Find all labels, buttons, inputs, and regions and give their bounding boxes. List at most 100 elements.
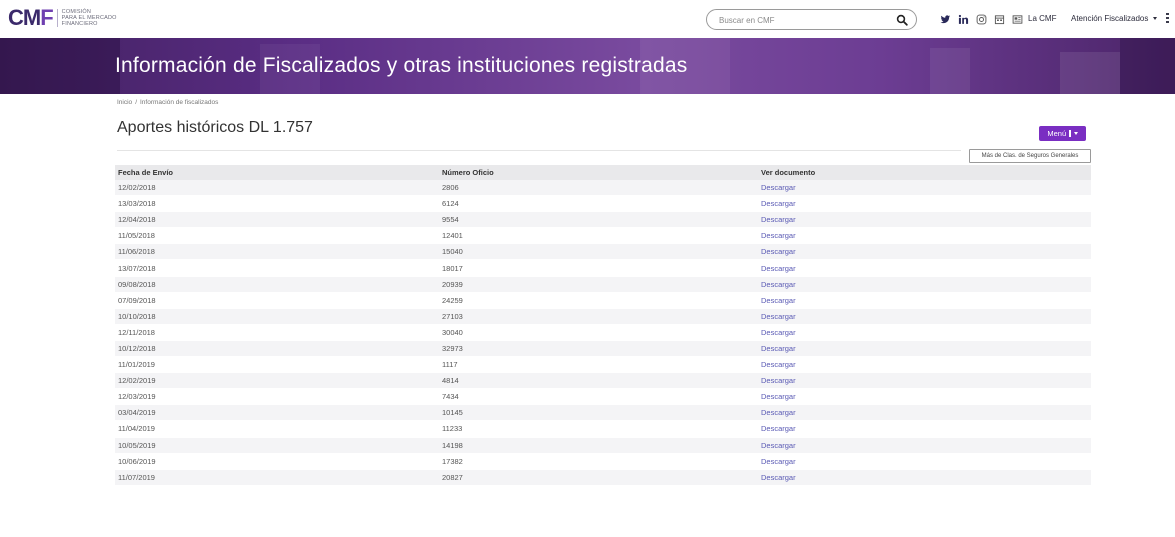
cell-fecha-envio: 10/12/2018 (118, 343, 156, 353)
table-row: 11/05/2018 12401 Descargar (115, 228, 1091, 245)
table-row: 11/04/2019 11233 Descargar (115, 421, 1091, 438)
logo-mark-f: F (40, 5, 53, 30)
social-icons (940, 13, 1030, 25)
cell-fecha-envio: 03/04/2019 (118, 408, 156, 418)
cell-ver-documento: Descargar (761, 392, 1091, 401)
cell-ver-documento: Descargar (761, 473, 1091, 482)
descargar-link[interactable]: Descargar (761, 360, 796, 369)
descargar-link[interactable]: Descargar (761, 247, 796, 256)
cell-numero-oficio: 20827 (442, 472, 463, 482)
cell-ver-documento: Descargar (761, 328, 1091, 337)
descargar-link[interactable]: Descargar (761, 312, 796, 321)
table-row: 11/07/2019 20827 Descargar (115, 469, 1091, 486)
cell-fecha-envio: 12/02/2018 (118, 183, 156, 193)
cell-fecha-envio: 11/07/2019 (118, 472, 155, 482)
table-row: 09/08/2018 20939 Descargar (115, 276, 1091, 293)
descargar-link[interactable]: Descargar (761, 392, 796, 401)
cell-ver-documento: Descargar (761, 344, 1091, 353)
table-body: 12/02/2018 2806 Descargar 13/03/2018 6124 Des… (115, 180, 1091, 486)
descargar-link[interactable]: Descargar (761, 424, 796, 433)
cell-numero-oficio: 2806 (442, 183, 459, 193)
instagram-icon[interactable] (976, 14, 987, 25)
linkedin-icon[interactable] (958, 14, 969, 25)
descargar-link[interactable]: Descargar (761, 328, 796, 337)
cell-ver-documento: Descargar (761, 441, 1091, 450)
search-box (706, 9, 917, 30)
nav-atencion-fiscalizados[interactable]: Atención Fiscalizados (1071, 14, 1157, 23)
descargar-link[interactable]: Descargar (761, 376, 796, 385)
cell-fecha-envio: 11/05/2018 (118, 231, 155, 241)
logo-separator (56, 9, 58, 27)
title-divider (117, 150, 961, 151)
table-row: 10/05/2019 14198 Descargar (115, 437, 1091, 454)
cell-fecha-envio: 13/03/2018 (118, 199, 156, 209)
cell-numero-oficio: 9554 (442, 215, 459, 225)
page-banner: Información de Fiscalizados y otras inst… (0, 38, 1175, 94)
table-row: 12/02/2019 4814 Descargar (115, 373, 1091, 390)
cell-ver-documento: Descargar (761, 280, 1091, 289)
cell-fecha-envio: 10/10/2018 (118, 311, 156, 321)
table-row: 03/04/2019 10145 Descargar (115, 405, 1091, 422)
cell-numero-oficio: 10145 (442, 408, 463, 418)
descargar-link[interactable]: Descargar (761, 280, 796, 289)
cell-ver-documento: Descargar (761, 296, 1091, 305)
cell-numero-oficio: 18017 (442, 263, 463, 273)
table-row: 10/10/2018 27103 Descargar (115, 308, 1091, 325)
cell-ver-documento: Descargar (761, 408, 1091, 417)
more-menu-icon[interactable] (1166, 13, 1170, 24)
search-icon[interactable] (896, 14, 908, 26)
cell-fecha-envio: 11/04/2019 (118, 424, 155, 434)
cell-numero-oficio: 15040 (442, 247, 463, 257)
cell-numero-oficio: 24259 (442, 295, 463, 305)
descargar-link[interactable]: Descargar (761, 183, 796, 192)
cell-numero-oficio: 4814 (442, 376, 459, 386)
search-input[interactable] (719, 13, 889, 27)
descargar-link[interactable]: Descargar (761, 344, 796, 353)
descargar-link[interactable]: Descargar (761, 296, 796, 305)
table-row: 13/07/2018 18017 Descargar (115, 260, 1091, 277)
table-row: 11/01/2019 1117 Descargar (115, 357, 1091, 374)
cell-ver-documento: Descargar (761, 183, 1091, 192)
cell-ver-documento: Descargar (761, 247, 1091, 256)
banner-title: Información de Fiscalizados y otras inst… (115, 54, 688, 77)
breadcrumb: Inicio / Información de fiscalizados (117, 99, 218, 106)
descargar-link[interactable]: Descargar (761, 264, 796, 273)
breadcrumb-separator: / (135, 99, 137, 106)
logo-mark-cm: CM (8, 5, 41, 30)
cell-numero-oficio: 30040 (442, 327, 463, 337)
logo-text-line3: FINANCIERO (61, 21, 98, 27)
cell-fecha-envio: 12/04/2018 (118, 215, 156, 225)
cell-numero-oficio: 27103 (442, 311, 463, 321)
cell-fecha-envio: 10/06/2019 (118, 456, 156, 466)
logo-text: COMISIÓN PARA EL MERCADO FINANCIERO (62, 9, 117, 27)
descargar-link[interactable]: Descargar (761, 231, 796, 240)
cell-numero-oficio: 1117 (442, 360, 458, 370)
cell-fecha-envio: 12/11/2018 (118, 327, 155, 337)
descargar-link[interactable]: Descargar (761, 215, 796, 224)
newsletter-icon[interactable] (1012, 14, 1023, 25)
cmf-logo[interactable]: CM F COMISIÓN PARA EL MERCADO FINANCIERO (8, 5, 117, 30)
table-row: 10/06/2019 17382 Descargar (115, 453, 1091, 470)
header-fecha-envio: Fecha de Envío (118, 168, 174, 177)
cell-ver-documento: Descargar (761, 312, 1091, 321)
descargar-link[interactable]: Descargar (761, 457, 796, 466)
descargar-link[interactable]: Descargar (761, 199, 796, 208)
calendar-icon[interactable] (994, 14, 1005, 25)
descargar-link[interactable]: Descargar (761, 408, 796, 417)
more-seguros-generales-button[interactable]: Más de Clas. de Seguros Generales (969, 149, 1091, 163)
cell-numero-oficio: 11233 (442, 424, 463, 434)
descargar-link[interactable]: Descargar (761, 473, 796, 482)
menu-button[interactable]: Menú (1039, 126, 1086, 141)
breadcrumb-home[interactable]: Inicio (117, 99, 132, 106)
cell-fecha-envio: 13/07/2018 (118, 263, 156, 273)
cell-numero-oficio: 12401 (442, 231, 463, 241)
cell-fecha-envio: 10/05/2019 (118, 440, 156, 450)
breadcrumb-current[interactable]: Información de fiscalizados (140, 99, 218, 106)
table-row: 13/03/2018 6124 Descargar (115, 196, 1091, 213)
cell-numero-oficio: 7434 (442, 392, 459, 402)
top-header: CMF COMISIÓN PARA EL MERCADO FINANCIERO (0, 0, 1175, 38)
twitter-icon[interactable] (940, 14, 951, 25)
descargar-link[interactable]: Descargar (761, 441, 796, 450)
menu-bar-icon (1069, 130, 1071, 137)
nav-la-cmf[interactable]: La CMF (1028, 14, 1056, 23)
